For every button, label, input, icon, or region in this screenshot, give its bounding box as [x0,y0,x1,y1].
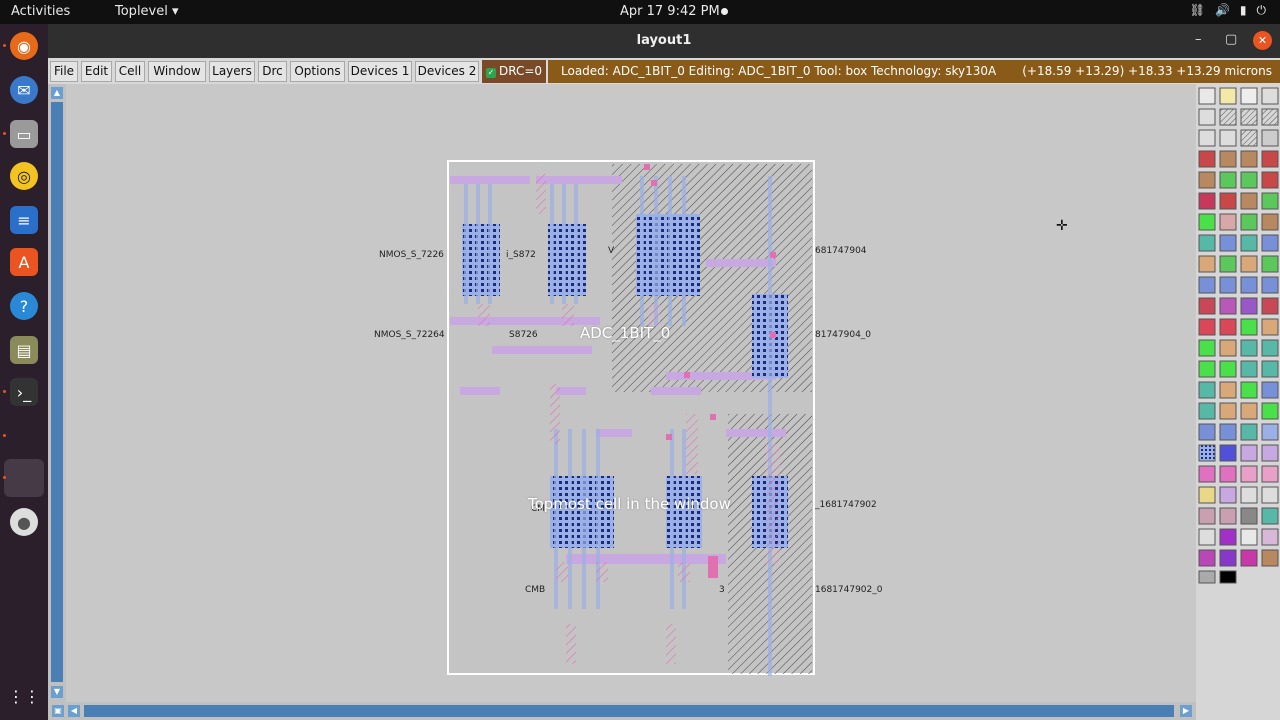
status-bar: Loaded: ADC_1BIT_0 Editing: ADC_1BIT_0 T… [548,60,1280,83]
minimize-button[interactable]: – [1195,32,1202,47]
rhythmbox-icon[interactable]: ◎ [10,162,38,190]
power-icon: ⏻ [1256,3,1267,17]
metal-strap [450,317,600,325]
layout-drawing [447,160,815,676]
horizontal-scroll-track[interactable] [84,705,1174,717]
layer-swatches[interactable] [1196,84,1280,584]
scroll-left-arrow[interactable]: ◀ [68,705,80,717]
window-title: layout1 [636,33,692,48]
vertical-scroll-track[interactable] [51,102,63,682]
show-apps-icon[interactable]: ⋮⋮ [8,682,40,710]
close-button[interactable]: ✕ [1253,31,1272,50]
cell-name-label: ADC_1BIT_0 [580,324,671,342]
layer-palette [1196,84,1280,720]
network-icon: ⛓ [1189,3,1205,17]
software-icon[interactable]: A [10,248,38,276]
writer-icon[interactable]: ≡ [10,206,38,234]
volume-icon: 🔊 [1214,3,1230,17]
scroll-down-arrow[interactable]: ▼ [51,686,63,698]
title-bar: layout1 – ▢ ✕ [48,24,1280,58]
menu-cell[interactable]: Cell [115,61,145,82]
thunderbird-icon[interactable]: ✉ [10,76,38,104]
dock-active-indicator [4,459,44,497]
magic-layout-window: layout1 – ▢ ✕ File Edit Cell Window Laye… [48,24,1280,720]
cell-label: _1681747902 [815,500,877,510]
scroll-right-arrow[interactable]: ▶ [1180,705,1192,717]
gnome-top-bar: Activities Toplevel ▾ Apr 17 9:42 PM ⛓ 🔊… [0,0,1280,24]
activities-button[interactable]: Activities [11,4,70,19]
battery-icon: ▮ [1239,3,1247,17]
help-icon[interactable]: ? [10,292,38,320]
running-dot [3,476,6,479]
menu-layers[interactable]: Layers [209,61,255,82]
maximize-button[interactable]: ▢ [1225,32,1237,47]
metal-strap [726,429,786,437]
metal-strap [556,387,586,395]
cell-label: S8726 [509,330,538,340]
drc-indicator[interactable]: ✓ DRC=0 [482,60,546,83]
scroll-up-arrow[interactable]: ▲ [51,87,63,99]
files-icon[interactable]: ▭ [10,120,38,148]
cell-label: CMB [525,585,546,595]
firefox-icon[interactable]: ◉ [10,32,38,60]
metal-strap [536,176,622,184]
status-text: Loaded: ADC_1BIT_0 Editing: ADC_1BIT_0 T… [561,64,997,78]
menu-drc[interactable]: Drc [258,61,287,82]
menu-devices-1[interactable]: Devices 1 [348,61,412,82]
dock: ◉ ✉ ▭ ◎ ≡ A ? ▤ ›_ ● ⋮⋮ [0,24,48,720]
cursor-coordinates: (+18.59 +13.29) +18.33 +13.29 microns [1022,64,1272,78]
metal-strap [460,387,500,395]
cell-tooltip: Topmost cell in the window [528,495,731,513]
menu-devices-2[interactable]: Devices 2 [415,61,479,82]
menu-bar: File Edit Cell Window Layers Drc Options… [48,58,1280,84]
palette-grid[interactable] [1198,87,1279,584]
clock[interactable]: Apr 17 9:42 PM [620,4,720,19]
metal-strap [706,259,776,267]
cell-label: 81747904_0 [815,330,872,340]
archive-icon[interactable]: ▤ [10,336,38,364]
horizontal-scrollbar[interactable]: ▣ ◀ ▶ [48,702,1196,720]
metal-strap [492,346,592,354]
menu-options[interactable]: Options [290,61,345,82]
metal-strap [651,387,701,395]
running-dot [3,390,6,393]
metal-strap [596,429,632,437]
running-dot [3,132,6,135]
running-dot [3,44,6,47]
notification-dot [721,8,728,15]
cell-label: NMOS_S_72264 [374,330,445,340]
system-tray[interactable]: ⛓ 🔊 ▮ ⏻ [1190,3,1266,18]
crosshair-cursor-icon: ✛ [1056,218,1068,234]
menu-window[interactable]: Window [148,61,206,82]
app-menu-label: Toplevel [115,4,168,19]
cell-label: i_S872 [506,250,536,260]
vertical-scrollbar[interactable]: ▲ ▼ [48,84,66,702]
cell-label: NMOS_S_7226 [379,250,444,260]
cell-label: V [608,246,615,256]
app-menu[interactable]: Toplevel ▾ [115,4,179,19]
disc-icon[interactable]: ● [10,508,38,536]
check-icon: ✓ [486,68,496,78]
layout-canvas[interactable]: NMOS_S_7226 NMOS_S_72264 i_S872 S8726 V … [66,84,1196,702]
terminal-icon[interactable]: ›_ [10,378,38,406]
metal-strap [566,554,726,564]
menu-edit[interactable]: Edit [81,61,112,82]
drc-count: DRC=0 [499,64,543,78]
cell-label: 1681747902_0 [815,585,883,595]
cell-label: 3 [719,585,725,595]
menu-file[interactable]: File [50,61,78,82]
metal-strap [450,176,530,184]
cell-label: 681747904 [815,246,867,256]
scroll-corner-icon[interactable]: ▣ [52,705,64,717]
running-dot [3,434,6,437]
